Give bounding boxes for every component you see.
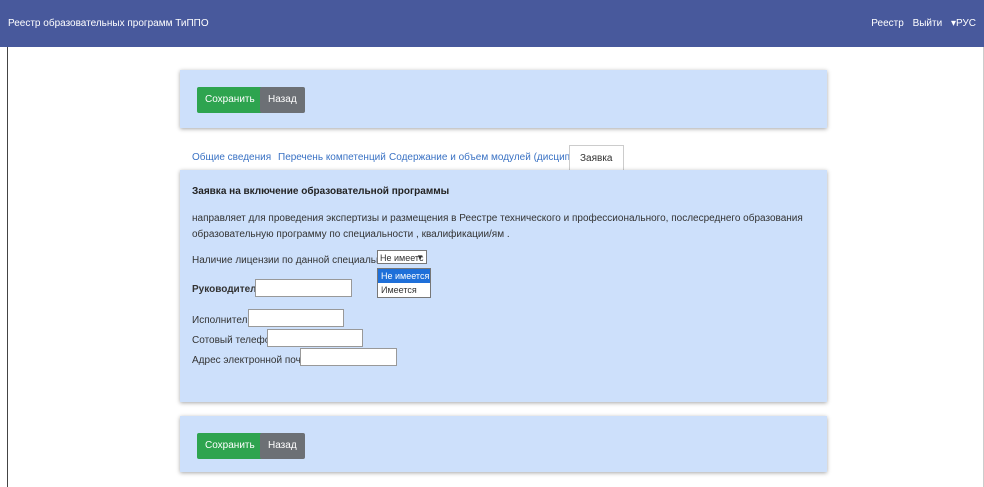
- license-options-list: Не имеется Имеется: [377, 268, 431, 298]
- license-option-none[interactable]: Не имеется: [378, 269, 430, 283]
- save-button[interactable]: Сохранить: [197, 87, 263, 113]
- save-button[interactable]: Сохранить: [197, 433, 263, 459]
- chevron-down-icon: ▼: [416, 253, 424, 262]
- tab-competencies[interactable]: Перечень компетенций: [278, 145, 386, 170]
- phone-label: Сотовый телефон: [192, 335, 276, 346]
- license-select[interactable]: Не имеетс ▼: [377, 250, 427, 264]
- registry-link[interactable]: Реестр: [871, 18, 904, 29]
- executor-input[interactable]: [248, 309, 344, 327]
- license-label: Наличие лицензии по данной специальности…: [192, 255, 406, 266]
- form-title: Заявка на включение образовательной прог…: [192, 186, 450, 197]
- language-dropdown[interactable]: ▾РУС: [951, 18, 976, 29]
- bottom-action-panel: Сохранить Назад: [180, 416, 827, 472]
- license-option-has[interactable]: Имеется: [378, 283, 430, 297]
- head-input[interactable]: [255, 279, 352, 297]
- head-label: Руководитель: [192, 284, 263, 295]
- frame-divider: [7, 47, 8, 487]
- top-action-panel: Сохранить Назад: [180, 70, 827, 128]
- tab-application[interactable]: Заявка: [569, 145, 624, 171]
- phone-input[interactable]: [267, 329, 363, 347]
- back-button[interactable]: Назад: [260, 87, 305, 113]
- executor-label: Исполнитель: [192, 315, 253, 326]
- back-button[interactable]: Назад: [260, 433, 305, 459]
- email-label: Адрес электронной почты: [192, 355, 313, 366]
- application-form: Заявка на включение образовательной прог…: [180, 170, 827, 402]
- tab-modules[interactable]: Содержание и объем модулей (дисциплин): [389, 145, 590, 170]
- tab-bar: Общие сведения Перечень компетенций Соде…: [180, 145, 827, 171]
- form-description: направляет для проведения экспертизы и р…: [192, 213, 803, 240]
- nav-links: Реестр Выйти ▾РУС: [865, 18, 976, 29]
- email-input[interactable]: [300, 348, 397, 366]
- top-navbar: Реестр образовательных программ ТиППО Ре…: [0, 0, 984, 47]
- tab-general[interactable]: Общие сведения: [192, 145, 271, 170]
- logout-link[interactable]: Выйти: [913, 18, 943, 29]
- app-title[interactable]: Реестр образовательных программ ТиППО: [8, 18, 209, 29]
